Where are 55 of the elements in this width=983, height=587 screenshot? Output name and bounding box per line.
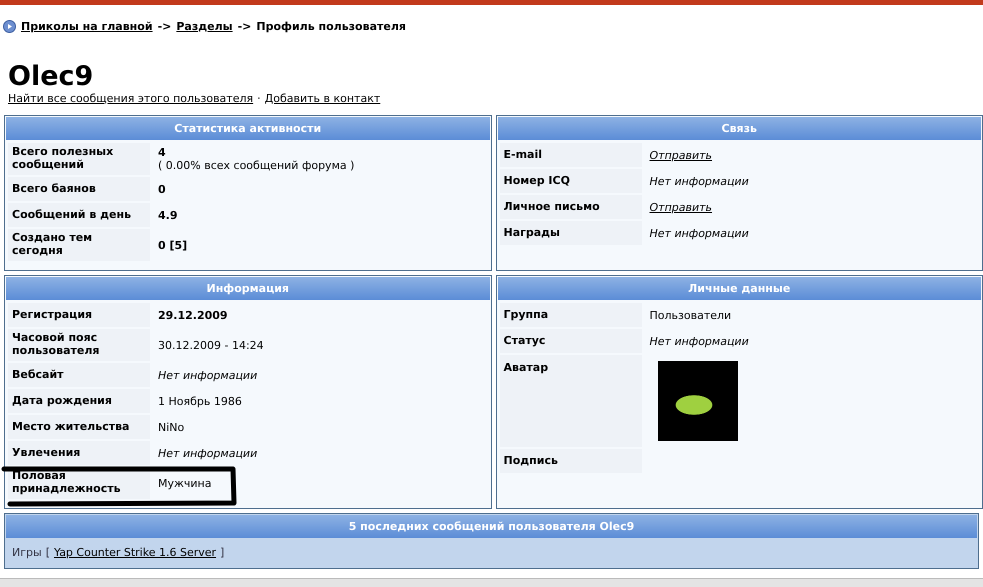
profile-action-link[interactable]: Добавить в контакт bbox=[264, 92, 380, 105]
panel-title: Статистика активности bbox=[6, 117, 490, 140]
bracket-text: ] bbox=[220, 546, 224, 559]
field-value: Нет информации bbox=[158, 368, 258, 382]
field-value: 0 bbox=[158, 182, 166, 196]
send-link[interactable]: Отправить bbox=[650, 200, 712, 214]
field-note: ( 0.00% всех сообщений форума ) bbox=[158, 159, 354, 172]
panel-title: 5 последних сообщений пользователя Olec9 bbox=[6, 515, 977, 538]
field-label: Группа bbox=[500, 303, 642, 327]
field-label: Место жительства bbox=[8, 415, 150, 439]
field-value: 4 bbox=[158, 146, 167, 159]
field-label: Подпись bbox=[500, 449, 642, 473]
field-label: Всего полезных сообщений bbox=[8, 143, 150, 175]
user-name: Olec9 bbox=[8, 62, 94, 92]
profile-action-link[interactable]: Найти все сообщения этого пользователя bbox=[8, 92, 254, 105]
send-link[interactable]: Отправить bbox=[650, 148, 712, 162]
field-label: Статус bbox=[500, 329, 642, 353]
field-label: Дата рождения bbox=[8, 389, 150, 413]
action-separator: · bbox=[257, 92, 261, 105]
field-label: Номер ICQ bbox=[500, 169, 642, 193]
panel-title: Информация bbox=[6, 277, 490, 300]
breadcrumb-current: Профиль пользователя bbox=[256, 20, 406, 32]
panel-title: Личные данные bbox=[498, 277, 981, 300]
field-label: Увлечения bbox=[8, 441, 150, 465]
panel-title: Связь bbox=[498, 117, 981, 140]
breadcrumb-separator: -> bbox=[158, 20, 172, 32]
field-label: Всего баянов bbox=[8, 177, 150, 201]
bracket-text: [ bbox=[46, 546, 50, 559]
breadcrumb-link[interactable]: Приколы на главной bbox=[21, 20, 153, 32]
field-value: 0 [5] bbox=[158, 238, 188, 252]
field-value: Нет информации bbox=[158, 446, 258, 460]
field-label: Вебсайт bbox=[8, 363, 150, 387]
breadcrumb-link[interactable]: Разделы bbox=[176, 20, 233, 32]
breadcrumb-separator: -> bbox=[238, 20, 252, 32]
play-icon bbox=[3, 20, 16, 32]
field-label: Создано тем сегодня bbox=[8, 229, 150, 261]
field-value: NiNo bbox=[158, 420, 184, 434]
field-label: Аватар bbox=[500, 355, 642, 447]
field-value: Нет информации bbox=[650, 174, 749, 188]
topic-link[interactable]: Yap Counter Strike 1.6 Server bbox=[54, 546, 216, 559]
field-value: Мужчина bbox=[158, 476, 212, 490]
field-value: 30.12.2009 - 14:24 bbox=[158, 338, 264, 352]
field-label: Часовой пояс пользователя bbox=[8, 329, 150, 361]
field-value: 29.12.2009 bbox=[158, 308, 228, 322]
field-value: Нет информации bbox=[650, 226, 749, 240]
field-label: Награды bbox=[500, 221, 642, 245]
field-label: Личное письмо bbox=[500, 195, 642, 219]
forum-name: Игры bbox=[12, 546, 42, 559]
field-label: Сообщений в день bbox=[8, 203, 150, 227]
field-value: Нет информации bbox=[650, 334, 749, 348]
field-label: E-mail bbox=[500, 143, 642, 167]
field-value: 4.9 bbox=[158, 208, 178, 222]
field-value: 1 Ноябрь 1986 bbox=[158, 394, 242, 408]
field-label: Регистрация bbox=[8, 303, 150, 327]
field-value: Пользователи bbox=[650, 308, 732, 322]
